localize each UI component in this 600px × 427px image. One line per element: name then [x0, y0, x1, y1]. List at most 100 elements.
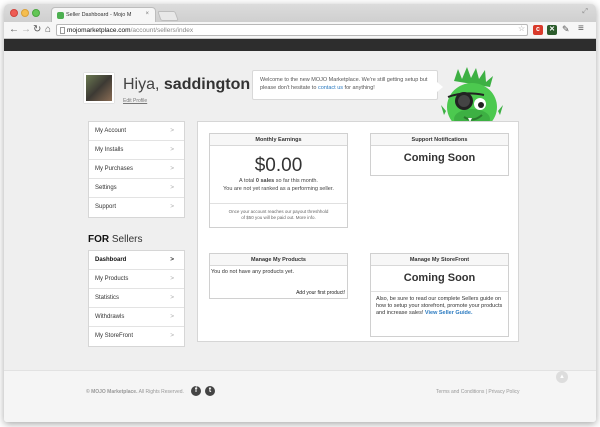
- sidebar-item-label: My Purchases: [95, 166, 134, 172]
- payout-info: Once your account reaches our payout thr…: [210, 203, 347, 221]
- tab-bar: Seller Dashboard - Mojo M × ⤢: [4, 4, 596, 22]
- chevron-right-icon: >: [170, 146, 174, 153]
- bookmark-star-icon[interactable]: ☆: [518, 24, 525, 33]
- for-sellers-bold: FOR: [88, 234, 110, 245]
- card-title: Support Notifications: [371, 134, 508, 146]
- address-bar[interactable]: mojomarketplace.com/account/sellers/inde…: [56, 24, 528, 36]
- earnings-amount: $0.00: [254, 155, 303, 176]
- facebook-icon[interactable]: f: [191, 386, 201, 396]
- sidebar-item-settings[interactable]: Settings >: [89, 179, 184, 198]
- card-title: Manage My StoreFront: [371, 254, 508, 266]
- contact-us-link[interactable]: contact us: [318, 85, 343, 91]
- back-arrow-icon[interactable]: ←: [9, 24, 19, 36]
- chevron-right-icon: >: [170, 203, 174, 210]
- sales-summary: A total 0 sales so far this month.: [210, 177, 347, 185]
- url-host: mojomarketplace.com: [67, 27, 131, 34]
- sales-count: 0 sales: [255, 178, 275, 184]
- payout-line-2: of $50 you will be paid out. More info.: [241, 215, 316, 220]
- sidebar-item-my-products[interactable]: My Products >: [89, 270, 184, 289]
- sidebar-item-withdrawls[interactable]: Withdrawls >: [89, 308, 184, 327]
- greeting-prefix: Hiya,: [123, 76, 160, 93]
- sidebar-item-label: My StoreFront: [95, 333, 134, 339]
- reload-icon[interactable]: ↻: [33, 24, 41, 36]
- minimize-window-button[interactable]: [21, 9, 29, 17]
- sidebar-item-label: Dashboard: [95, 257, 127, 263]
- scroll-top-icon[interactable]: ▲: [556, 371, 568, 383]
- browser-toolbar: ← → ↻ ⌂ mojomarketplace.com/account/sell…: [4, 22, 596, 39]
- url-path: /account/sellers/index: [130, 27, 194, 34]
- card-title: Manage My Products: [210, 254, 347, 266]
- manage-storefront-card: Manage My StoreFront Coming Soon Also, b…: [370, 253, 509, 337]
- browser-tab[interactable]: Seller Dashboard - Mojo M ×: [51, 7, 156, 22]
- new-tab-button[interactable]: [157, 11, 179, 21]
- sidebar-item-my-installs[interactable]: My Installs >: [89, 141, 184, 160]
- extension-green-icon[interactable]: ✕: [547, 25, 557, 35]
- avatar[interactable]: [84, 73, 114, 103]
- sidebar-item-label: My Installs: [95, 147, 124, 153]
- sidebar-item-label: My Account: [95, 128, 127, 134]
- chevron-right-icon: >: [170, 275, 174, 282]
- copyright-rights: All Rights Reserved.: [138, 389, 184, 395]
- sales-suffix: so far this month.: [275, 178, 318, 184]
- ranking-status: You are not yet ranked as a performing s…: [223, 186, 334, 192]
- chevron-right-icon: >: [170, 184, 174, 191]
- edit-profile-link[interactable]: Edit Profile: [123, 98, 147, 104]
- no-products-text: You do not have any products yet.: [211, 269, 294, 275]
- tab-title: Seller Dashboard - Mojo M: [66, 12, 132, 18]
- sidebar-item-label: Withdrawls: [95, 314, 125, 320]
- welcome-suffix: for anything!: [344, 85, 375, 91]
- account-menu: My Account > My Installs > My Purchases > S…: [88, 121, 185, 218]
- monthly-earnings-card: Monthly Earnings $0.00 A total 0 sales s…: [209, 133, 348, 228]
- chevron-right-icon: >: [170, 332, 174, 339]
- footer: ▲ © MOJO Marketplace. All Rights Reserve…: [4, 370, 596, 422]
- sidebar-item-label: My Products: [95, 276, 129, 282]
- page-content: Hiya, saddington Edit Profile Welcome to…: [4, 51, 596, 422]
- copyright-brand: © MOJO Marketplace.: [86, 389, 138, 395]
- sidebar-item-label: Settings: [95, 185, 117, 191]
- site-header-bar: [4, 39, 596, 51]
- chevron-right-icon: >: [170, 256, 174, 263]
- welcome-bubble: Welcome to the new MOJO Marketplace. We'…: [252, 70, 443, 100]
- sidebar-item-label: Statistics: [95, 295, 120, 301]
- sidebar-item-label: Support: [95, 204, 117, 210]
- coming-soon-label: Coming Soon: [403, 272, 476, 284]
- site-favicon-icon: [57, 12, 64, 19]
- seller-guide-text: Also, be sure to read our complete Selle…: [371, 291, 508, 321]
- username: saddington: [163, 76, 251, 93]
- sidebar-item-statistics[interactable]: Statistics >: [89, 289, 184, 308]
- tab-close-icon[interactable]: ×: [145, 11, 149, 17]
- copyright: © MOJO Marketplace. All Rights Reserved.: [86, 389, 184, 395]
- home-icon[interactable]: ⌂: [45, 24, 51, 36]
- twitter-icon[interactable]: t: [205, 386, 215, 396]
- sellers-menu: Dashboard > My Products > Statistics > With…: [88, 250, 185, 347]
- sales-prefix: A total: [239, 178, 255, 184]
- for-sellers-rest: Sellers: [111, 234, 143, 245]
- wrench-icon[interactable]: ✎: [562, 24, 570, 35]
- support-notifications-card: Support Notifications Coming Soon: [370, 133, 509, 176]
- maximize-window-button[interactable]: [32, 9, 40, 17]
- close-window-button[interactable]: [10, 9, 18, 17]
- view-seller-guide-link[interactable]: View Seller Guide.: [425, 310, 473, 316]
- add-first-product-link[interactable]: Add your first product!: [296, 290, 345, 296]
- sidebar-item-my-storefront[interactable]: My StoreFront >: [89, 327, 184, 346]
- manage-products-card: Manage My Products You do not have any p…: [209, 253, 348, 299]
- chevron-right-icon: >: [170, 127, 174, 134]
- sidebar-item-my-purchases[interactable]: My Purchases >: [89, 160, 184, 179]
- for-sellers-heading: FOR Sellers: [88, 234, 142, 245]
- forward-arrow-icon[interactable]: →: [21, 24, 31, 36]
- card-title: Monthly Earnings: [210, 134, 347, 146]
- footer-links[interactable]: Terms and Conditions | Privacy Policy: [436, 389, 520, 395]
- coming-soon-label: Coming Soon: [403, 152, 476, 164]
- greeting: Hiya, saddington: [123, 76, 250, 94]
- chevron-right-icon: >: [170, 313, 174, 320]
- chevron-right-icon: >: [170, 165, 174, 172]
- dashboard-panel: Monthly Earnings $0.00 A total 0 sales s…: [197, 121, 519, 342]
- fullscreen-icon[interactable]: ⤢: [582, 8, 588, 16]
- sidebar-item-dashboard[interactable]: Dashboard >: [89, 251, 184, 270]
- extension-red-icon[interactable]: c: [533, 25, 543, 35]
- menu-icon[interactable]: ≡: [578, 23, 584, 34]
- browser-window: Seller Dashboard - Mojo M × ⤢ ← → ↻ ⌂ mo…: [4, 4, 596, 422]
- sidebar-item-my-account[interactable]: My Account >: [89, 122, 184, 141]
- chevron-right-icon: >: [170, 294, 174, 301]
- sidebar-item-support[interactable]: Support >: [89, 198, 184, 217]
